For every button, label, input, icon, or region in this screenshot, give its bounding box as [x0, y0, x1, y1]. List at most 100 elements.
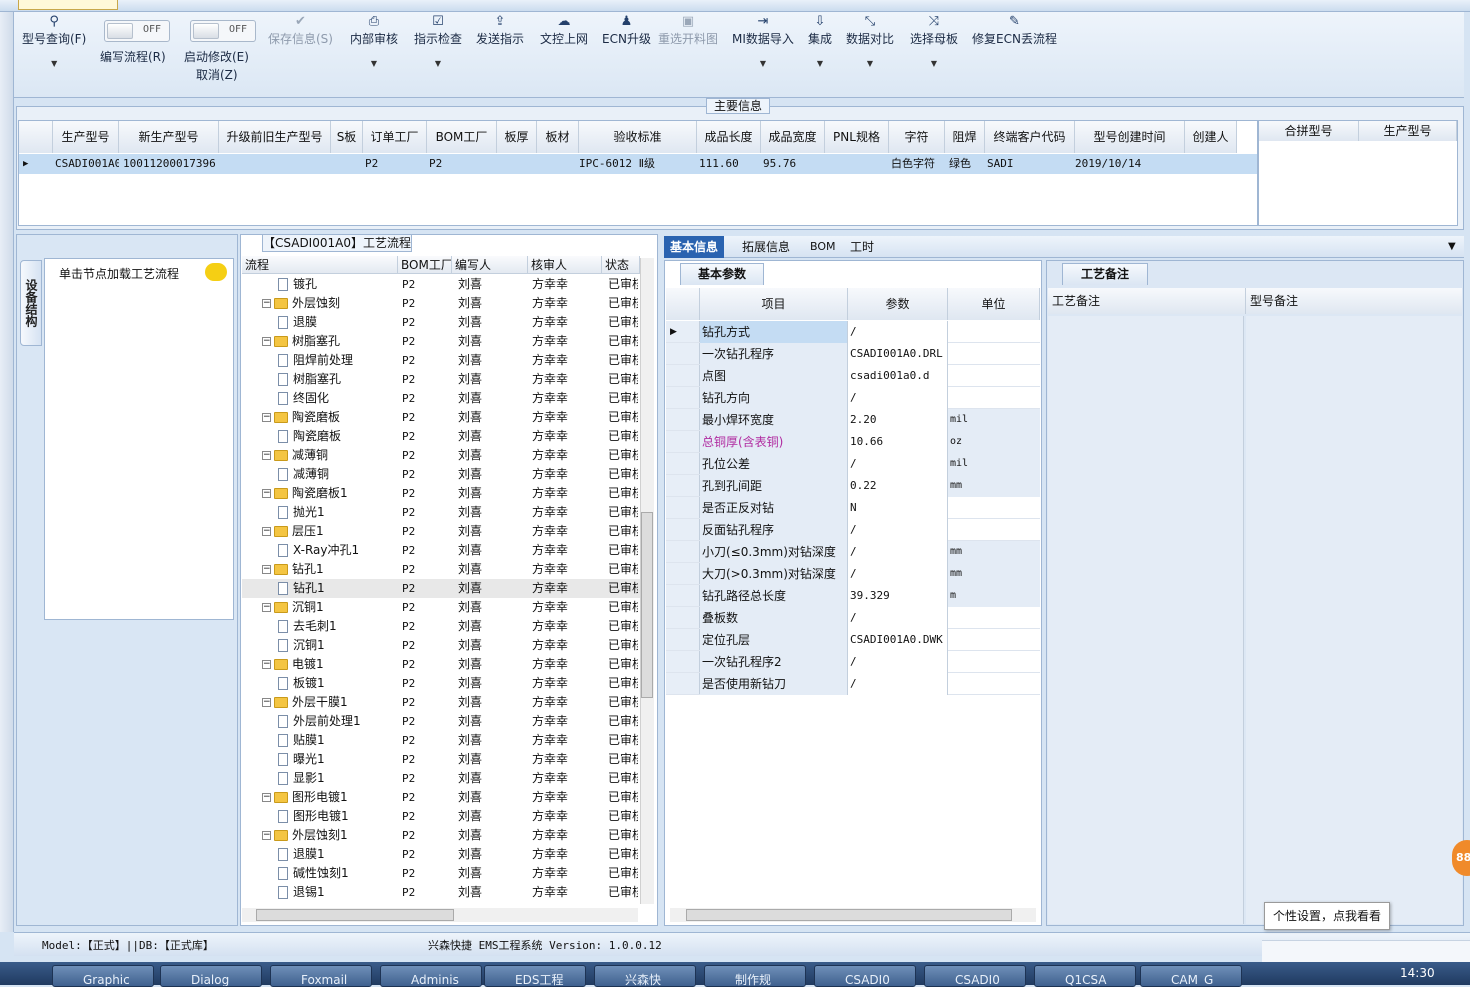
- tree-row[interactable]: 退膜 P2 刘喜 方幸幸 已审核: [242, 313, 642, 332]
- column-header[interactable]: 流程: [242, 256, 398, 274]
- model-query-button[interactable]: ⚲ 型号查询(F) ▼: [22, 14, 86, 68]
- param-row[interactable]: 最小焊环宽度 2.20 mil: [666, 409, 1040, 431]
- tree-node-label[interactable]: − 钻孔1: [262, 560, 324, 579]
- side-tab-device-structure[interactable]: 设备结构: [20, 260, 42, 346]
- cell[interactable]: SADI: [985, 154, 1075, 174]
- tree-row[interactable]: 陶瓷磨板 P2 刘喜 方幸幸 已审核: [242, 427, 642, 446]
- param-row[interactable]: 孔到孔间距 0.22 mm: [666, 475, 1040, 497]
- column-header[interactable]: 终端客户代码: [985, 121, 1075, 153]
- cell[interactable]: 绿色: [947, 154, 987, 174]
- column-header[interactable]: 字符: [889, 121, 945, 153]
- tree-row[interactable]: −陶瓷磨板 P2 刘喜 方幸幸 已审核: [242, 408, 642, 427]
- process-remark-field[interactable]: [1048, 316, 1244, 924]
- tree-row[interactable]: −外层蚀刻1 P2 刘喜 方幸幸 已审核: [242, 826, 642, 845]
- tab-process-remarks[interactable]: 工艺备注: [1062, 263, 1148, 285]
- tree-row[interactable]: −陶瓷磨板1 P2 刘喜 方幸幸 已审核: [242, 484, 642, 503]
- params-hscroll-thumb[interactable]: [686, 909, 1012, 921]
- collapse-icon[interactable]: −: [262, 337, 271, 346]
- row-header[interactable]: [666, 629, 700, 650]
- column-header[interactable]: 状态: [602, 256, 640, 274]
- tree-row[interactable]: 沉铜1 P2 刘喜 方幸幸 已审核: [242, 636, 642, 655]
- taskbar-item[interactable]: EDS工程: [484, 965, 586, 987]
- tree-row[interactable]: 减薄铜 P2 刘喜 方幸幸 已审核: [242, 465, 642, 484]
- cell[interactable]: 2019/10/14: [1073, 154, 1183, 174]
- taskbar-item[interactable]: Graphic: [52, 965, 154, 987]
- tree-node-label[interactable]: 贴膜1: [278, 731, 325, 750]
- column-header[interactable]: 合拼型号: [1259, 121, 1359, 141]
- param-row[interactable]: 小刀(≤0.3mm)对钻深度 / mm: [666, 541, 1040, 563]
- column-header[interactable]: 生产型号: [1359, 121, 1457, 141]
- row-header[interactable]: [666, 585, 700, 606]
- row-header[interactable]: [666, 651, 700, 672]
- tree-row[interactable]: 镀孔 P2 刘喜 方幸幸 已审核: [242, 275, 642, 294]
- ime-toolbar[interactable]: [1262, 940, 1470, 962]
- cell[interactable]: 95.76: [761, 154, 825, 174]
- tree-node-label[interactable]: − 电镀1: [262, 655, 324, 674]
- param-value[interactable]: /: [848, 541, 948, 563]
- tree-row[interactable]: 阻焊前处理 P2 刘喜 方幸幸 已审核: [242, 351, 642, 370]
- cancel-button[interactable]: 取消(Z): [196, 66, 238, 83]
- document-tab[interactable]: [18, 0, 118, 10]
- tree-node-label[interactable]: − 层压1: [262, 522, 324, 541]
- tab-basic-info[interactable]: 基本信息: [664, 236, 725, 258]
- tree-hscroll-thumb[interactable]: [256, 909, 454, 921]
- tree-row[interactable]: −树脂塞孔 P2 刘喜 方幸幸 已审核: [242, 332, 642, 351]
- column-header[interactable]: 订单工厂: [363, 121, 427, 153]
- tree-node-label[interactable]: 退膜1: [278, 845, 325, 864]
- param-value[interactable]: 10.66: [848, 431, 948, 453]
- tree-row[interactable]: 显影1 P2 刘喜 方幸幸 已审核: [242, 769, 642, 788]
- taskbar-item[interactable]: Foxmail: [270, 965, 372, 987]
- tree-row[interactable]: −层压1 P2 刘喜 方幸幸 已审核: [242, 522, 642, 541]
- tree-node-label[interactable]: 板镀1: [278, 674, 325, 693]
- row-header[interactable]: [666, 563, 700, 584]
- row-header[interactable]: [666, 409, 700, 430]
- tree-node-label[interactable]: 退膜: [278, 313, 317, 332]
- tree-node-label[interactable]: − 外层蚀刻: [262, 294, 340, 313]
- param-row[interactable]: 总铜厚(含表铜) 10.66 oz: [666, 431, 1040, 453]
- tree-row[interactable]: −外层蚀刻 P2 刘喜 方幸幸 已审核: [242, 294, 642, 313]
- cell[interactable]: P2: [427, 154, 497, 174]
- column-header[interactable]: 单位: [948, 288, 1040, 320]
- tree-node-label[interactable]: 碱性蚀刻1: [278, 864, 349, 883]
- tree-node-label[interactable]: 退锡1: [278, 883, 325, 902]
- tab-basic-params[interactable]: 基本参数: [680, 263, 764, 285]
- tree-node-label[interactable]: − 外层干膜1: [262, 693, 348, 712]
- cell[interactable]: IPC-6012 Ⅱ级: [577, 154, 695, 174]
- row-header[interactable]: [666, 343, 700, 364]
- tree-node-label[interactable]: 抛光1: [278, 503, 325, 522]
- column-header[interactable]: BOM工厂: [398, 256, 452, 274]
- model-remark-field[interactable]: [1246, 316, 1462, 924]
- tree-row[interactable]: 板镀1 P2 刘喜 方幸幸 已审核: [242, 674, 642, 693]
- tree-node-label[interactable]: 钻孔1: [278, 579, 325, 598]
- column-header[interactable]: 创建人: [1185, 121, 1237, 153]
- column-header[interactable]: 生产型号: [53, 121, 119, 153]
- column-header[interactable]: 核审人: [528, 256, 602, 274]
- tabs-dropdown-icon[interactable]: ▼: [1442, 236, 1462, 258]
- param-value[interactable]: 2.20: [848, 409, 948, 431]
- row-header[interactable]: [666, 431, 700, 452]
- cell[interactable]: 10011200017396: [121, 154, 221, 174]
- param-value[interactable]: /: [848, 387, 948, 409]
- column-header[interactable]: 型号创建时间: [1075, 121, 1185, 153]
- tree-row[interactable]: X-Ray冲孔1 P2 刘喜 方幸幸 已审核: [242, 541, 642, 560]
- taskbar-item[interactable]: Adminis: [380, 965, 482, 987]
- tree-row[interactable]: −减薄铜 P2 刘喜 方幸幸 已审核: [242, 446, 642, 465]
- param-row[interactable]: 孔位公差 / mil: [666, 453, 1040, 475]
- collapse-icon[interactable]: −: [262, 660, 271, 669]
- cell[interactable]: 白色字符: [889, 154, 945, 174]
- taskbar-item[interactable]: CSADI0: [924, 965, 1026, 987]
- tree-node-label[interactable]: − 陶瓷磨板1: [262, 484, 348, 503]
- taskbar-item[interactable]: Dialog: [160, 965, 262, 987]
- param-row[interactable]: 叠板数 /: [666, 607, 1040, 629]
- param-row[interactable]: 一次钻孔程序2/: [666, 651, 1040, 673]
- column-header[interactable]: 升级前旧生产型号: [219, 121, 331, 153]
- collapse-icon[interactable]: −: [262, 565, 271, 574]
- cell[interactable]: 111.60: [697, 154, 761, 174]
- column-header[interactable]: 验收标准: [579, 121, 697, 153]
- param-row[interactable]: 是否正反对钻 N: [666, 497, 1040, 519]
- tree-node-label[interactable]: 去毛刺1: [278, 617, 337, 636]
- param-value[interactable]: /: [848, 519, 948, 541]
- param-row[interactable]: 钻孔方向 /: [666, 387, 1040, 409]
- tab-bom[interactable]: BOM: [804, 236, 842, 258]
- row-header[interactable]: [666, 453, 700, 474]
